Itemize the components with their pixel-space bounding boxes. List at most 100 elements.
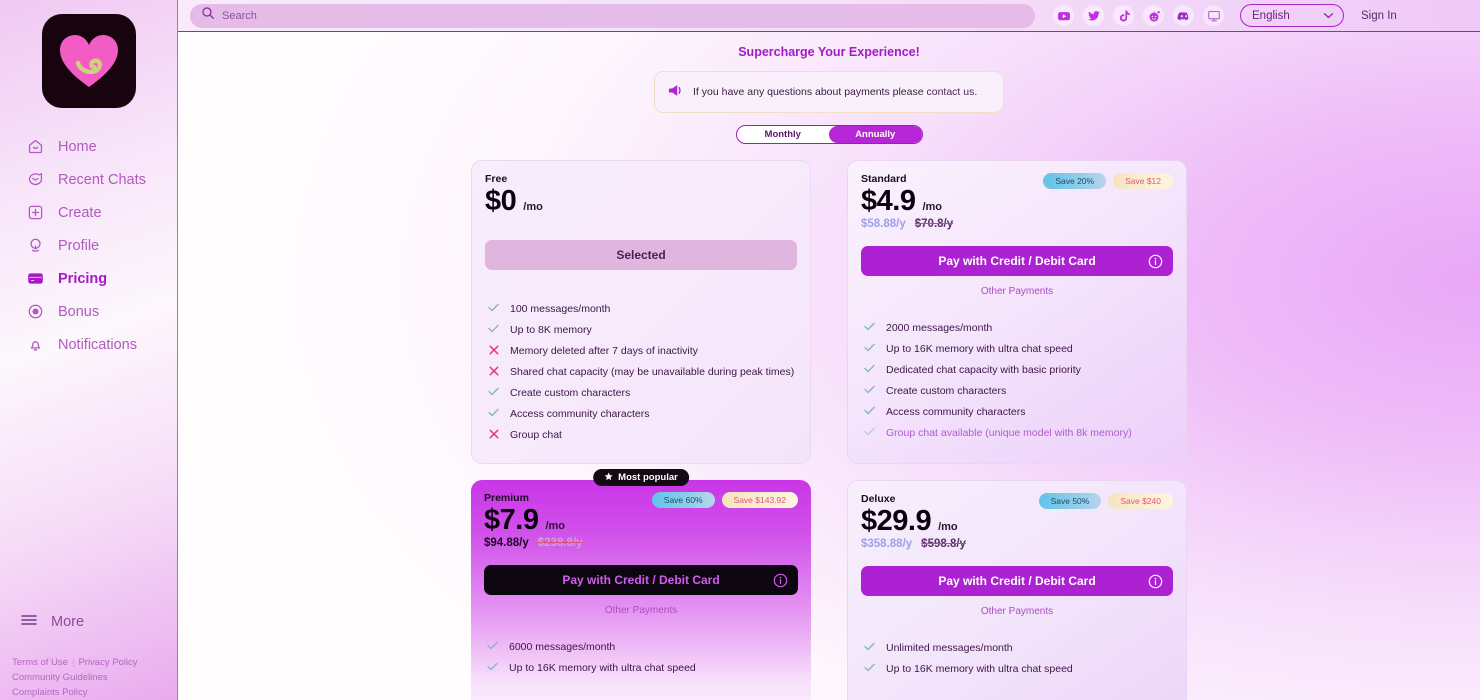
ribbon-label: Most popular <box>618 472 678 483</box>
plan-card-free: Free $0 /mo Selected 100 messages/month … <box>471 160 811 464</box>
check-icon <box>864 641 875 651</box>
plan-badges: Save 50% Save $240 <box>1038 493 1173 509</box>
footer-separator: | <box>71 657 75 668</box>
feature-text: Access community characters <box>510 407 650 420</box>
yearly-price: $58.88/y <box>861 218 906 231</box>
plan-features: 2000 messages/month Up to 16K memory wit… <box>861 317 1173 443</box>
youtube-icon[interactable] <box>1053 5 1074 26</box>
feature-text: Dedicated chat capacity with basic prior… <box>886 363 1081 376</box>
info-icon[interactable] <box>1148 254 1163 269</box>
plan-yearly-row: $94.88/y $238.8/y <box>484 537 798 551</box>
selected-button: Selected <box>485 240 797 271</box>
feature-row: Up to 16K memory with ultra chat speed <box>861 658 1173 679</box>
toggle-annually[interactable]: Annually <box>829 126 922 143</box>
sidebar-item-label: Create <box>58 204 102 221</box>
sign-in-button[interactable]: Sign In <box>1361 10 1397 22</box>
home-icon <box>26 137 45 156</box>
plan-price: $0 <box>485 185 517 217</box>
plan-price-row: $7.9 /mo <box>484 505 798 536</box>
cta-label: Pay with Credit / Debit Card <box>938 574 1096 589</box>
megaphone-icon <box>667 82 684 102</box>
language-selector[interactable]: English <box>1240 4 1344 27</box>
contact-us-link[interactable]: contact us <box>927 86 975 98</box>
plan-yearly-row: $58.88/y $70.8/y <box>861 218 1173 232</box>
sidebar-item-notifications[interactable]: Notifications <box>0 328 177 361</box>
feature-row: Up to 16K memory with ultra chat speed <box>484 657 798 678</box>
plan-card-standard: Save 20% Save $12 Standard $4.9 /mo $58.… <box>847 160 1187 464</box>
feature-row: Unlimited messages/month <box>861 637 1173 658</box>
check-icon <box>488 323 499 333</box>
plan-price-row: $29.9 /mo <box>861 505 1173 537</box>
sidebar-item-pricing[interactable]: Pricing <box>0 262 177 295</box>
sidebar-item-label: Home <box>58 138 97 155</box>
plan-price: $4.9 <box>861 185 916 217</box>
save-amount-badge: Save $240 <box>1108 493 1173 509</box>
bell-icon <box>26 335 45 354</box>
feature-row: Create custom characters <box>861 380 1173 401</box>
feature-text: Up to 16K memory with ultra chat speed <box>886 342 1073 355</box>
pay-with-card-button[interactable]: Pay with Credit / Debit Card <box>861 246 1173 277</box>
card-icon <box>26 269 45 288</box>
toggle-monthly[interactable]: Monthly <box>737 126 830 143</box>
complaints-policy-link[interactable]: Complaints Policy <box>12 687 88 698</box>
save-percent-badge: Save 60% <box>651 492 715 508</box>
info-icon[interactable] <box>773 573 788 588</box>
check-icon <box>864 342 875 352</box>
most-popular-ribbon: Most popular <box>593 469 689 486</box>
main-area: Search English Sign In Supercharge Your … <box>178 0 1480 700</box>
pay-with-card-button[interactable]: Pay with Credit / Debit Card <box>484 565 798 596</box>
feature-text: 6000 messages/month <box>509 640 616 653</box>
plan-card-deluxe: Save 50% Save $240 Deluxe $29.9 /mo $358… <box>847 480 1187 700</box>
plan-features: Unlimited messages/month Up to 16K memor… <box>861 637 1173 679</box>
sidebar-item-home[interactable]: Home <box>0 130 177 163</box>
save-amount-badge: Save $143.92 <box>721 492 798 508</box>
other-payments-link[interactable]: Other Payments <box>861 606 1173 617</box>
cross-icon <box>488 365 499 376</box>
notice-text-before: If you have any questions about payments… <box>693 86 927 98</box>
discord-icon[interactable] <box>1173 5 1194 26</box>
twitter-icon[interactable] <box>1083 5 1104 26</box>
payments-notice: If you have any questions about payments… <box>654 71 1004 113</box>
plus-square-icon <box>26 203 45 222</box>
plan-features: 6000 messages/month Up to 16K memory wit… <box>484 636 798 678</box>
feature-row: 100 messages/month <box>485 298 797 319</box>
tiktok-icon[interactable] <box>1113 5 1134 26</box>
notice-text: If you have any questions about payments… <box>693 86 977 98</box>
notice-text-after: . <box>974 86 978 98</box>
cross-icon <box>488 344 499 355</box>
sidebar-item-profile[interactable]: Profile <box>0 229 177 262</box>
sidebar-item-create[interactable]: Create <box>0 196 177 229</box>
feature-row: Up to 8K memory <box>485 319 797 340</box>
sidebar-item-label: Pricing <box>58 270 108 287</box>
other-payments-link[interactable]: Other Payments <box>861 286 1173 297</box>
social-links <box>1053 5 1224 26</box>
community-guidelines-link[interactable]: Community Guidelines <box>12 672 108 683</box>
privacy-policy-link[interactable]: Privacy Policy <box>78 657 137 668</box>
feature-row: Access community characters <box>485 403 797 424</box>
feature-row: Access community characters <box>861 401 1173 422</box>
reddit-icon[interactable] <box>1143 5 1164 26</box>
sidebar-item-bonus[interactable]: Bonus <box>0 295 177 328</box>
page-title: Supercharge Your Experience! <box>738 45 920 59</box>
feature-text: Access community characters <box>886 405 1026 418</box>
feature-text: Memory deleted after 7 days of inactivit… <box>510 344 698 357</box>
terms-of-use-link[interactable]: Terms of Use <box>12 657 68 668</box>
search-input[interactable]: Search <box>190 3 1035 28</box>
plan-price-period: /mo <box>545 520 566 532</box>
desktop-icon[interactable] <box>1203 5 1224 26</box>
app-logo[interactable] <box>41 14 136 108</box>
coin-icon <box>26 302 45 321</box>
feature-text: Group chat available (unique model with … <box>886 426 1132 439</box>
yearly-price-original: $238.8/y <box>537 537 583 550</box>
sidebar-more-button[interactable]: More <box>0 613 177 631</box>
feature-row: Up to 16K memory with ultra chat speed <box>861 338 1173 359</box>
pay-with-card-button[interactable]: Pay with Credit / Debit Card <box>861 566 1173 597</box>
sidebar-item-recent-chats[interactable]: Recent Chats <box>0 163 177 196</box>
sidebar-item-label: Bonus <box>58 303 100 320</box>
info-icon[interactable] <box>1148 574 1163 589</box>
cta-label: Selected <box>616 248 666 263</box>
plan-price: $29.9 <box>861 505 932 537</box>
other-payments-link[interactable]: Other Payments <box>484 605 798 616</box>
billing-period-toggle[interactable]: Monthly Annually <box>735 125 923 144</box>
